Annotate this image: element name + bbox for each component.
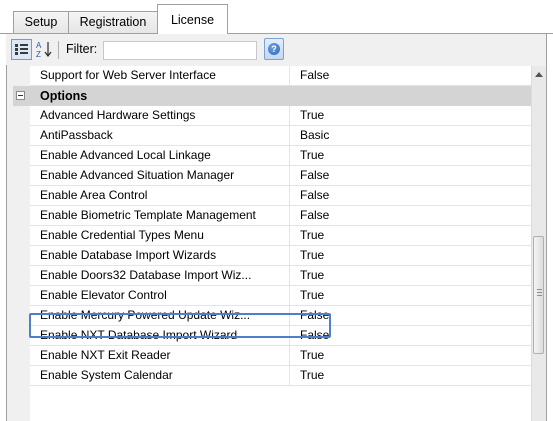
property-name: Enable NXT Database Import Wizard	[30, 326, 290, 346]
property-row[interactable]: Enable Biometric Template Management Fal…	[30, 206, 531, 226]
property-name: Enable Database Import Wizards	[30, 246, 290, 266]
property-row[interactable]: Enable System Calendar True	[30, 366, 531, 386]
property-value[interactable]: True	[290, 346, 531, 366]
property-name: AntiPassback	[30, 126, 290, 146]
property-value[interactable]: False	[290, 326, 531, 346]
property-name: Support for Web Server Interface	[30, 66, 290, 86]
tab-setup[interactable]: Setup	[13, 11, 69, 33]
property-value[interactable]: True	[290, 286, 531, 306]
property-value[interactable]: Basic	[290, 126, 531, 146]
collapse-icon[interactable]	[16, 91, 25, 100]
property-name: Enable System Calendar	[30, 366, 290, 386]
property-value[interactable]: False	[290, 306, 531, 326]
scroll-up-arrow-icon[interactable]	[532, 66, 546, 83]
property-row[interactable]: Enable Advanced Local Linkage True	[30, 146, 531, 166]
property-name: Advanced Hardware Settings	[30, 106, 290, 126]
property-name: Enable Area Control	[30, 186, 290, 206]
property-row[interactable]: Enable NXT Database Import Wizard False	[30, 326, 531, 346]
category-label: Options	[40, 89, 88, 103]
tab-registration[interactable]: Registration	[68, 11, 158, 33]
toolbar-separator	[58, 41, 59, 59]
filter-input[interactable]	[103, 41, 257, 60]
property-name: Enable Biometric Template Management	[30, 206, 290, 226]
property-row[interactable]: Enable Mercury Powered Update Wiz... Fal…	[30, 306, 531, 326]
property-name: Enable Credential Types Menu	[30, 226, 290, 246]
property-value[interactable]: True	[290, 246, 531, 266]
tab-license[interactable]: License	[157, 4, 228, 34]
grip-line	[537, 292, 542, 293]
property-value[interactable]: True	[290, 366, 531, 386]
property-value[interactable]: False	[290, 206, 531, 226]
property-value[interactable]: False	[290, 66, 531, 86]
property-row[interactable]: Enable Advanced Situation Manager False	[30, 166, 531, 186]
category-options-band[interactable]: Options	[13, 86, 531, 106]
property-name: Enable Doors32 Database Import Wiz...	[30, 266, 290, 286]
property-row[interactable]: Enable NXT Exit Reader True	[30, 346, 531, 366]
property-name: Enable Advanced Situation Manager	[30, 166, 290, 186]
property-row[interactable]: Advanced Hardware Settings True	[30, 106, 531, 126]
property-toolbar: A Z Filter: ?	[6, 34, 545, 65]
property-name: Enable Elevator Control	[30, 286, 290, 306]
svg-text:Z: Z	[36, 50, 41, 59]
property-value[interactable]: False	[290, 166, 531, 186]
tab-strip: Setup Registration License	[0, 0, 553, 35]
property-name: Enable Mercury Powered Update Wiz...	[30, 306, 290, 326]
sort-az-icon[interactable]: A Z	[35, 39, 54, 60]
property-row[interactable]: Enable Area Control False	[30, 186, 531, 206]
property-name: Enable NXT Exit Reader	[30, 346, 290, 366]
property-row[interactable]: AntiPassback Basic	[30, 126, 531, 146]
property-name: Enable Advanced Local Linkage	[30, 146, 290, 166]
property-row[interactable]: Enable Credential Types Menu True	[30, 226, 531, 246]
property-row[interactable]: Support for Web Server Interface False	[30, 66, 531, 86]
property-value[interactable]: True	[290, 226, 531, 246]
scrollbar-thumb[interactable]	[533, 236, 544, 354]
svg-text:A: A	[36, 41, 42, 50]
property-value[interactable]: False	[290, 186, 531, 206]
property-value[interactable]: True	[290, 266, 531, 286]
categorized-view-icon[interactable]	[11, 39, 32, 60]
help-button[interactable]: ?	[264, 38, 284, 60]
property-value[interactable]: True	[290, 106, 531, 126]
property-row-elevator-control[interactable]: Enable Elevator Control True	[30, 286, 531, 306]
filter-label: Filter:	[66, 42, 98, 56]
vertical-scrollbar[interactable]	[531, 66, 546, 421]
grip-line	[537, 295, 542, 296]
help-icon: ?	[268, 43, 280, 55]
property-row[interactable]: Enable Database Import Wizards True	[30, 246, 531, 266]
property-grid: Support for Web Server Interface False O…	[13, 66, 531, 421]
property-row[interactable]: Enable Doors32 Database Import Wiz... Tr…	[30, 266, 531, 286]
row-gutter	[13, 66, 30, 421]
grip-line	[537, 289, 542, 290]
property-value[interactable]: True	[290, 146, 531, 166]
